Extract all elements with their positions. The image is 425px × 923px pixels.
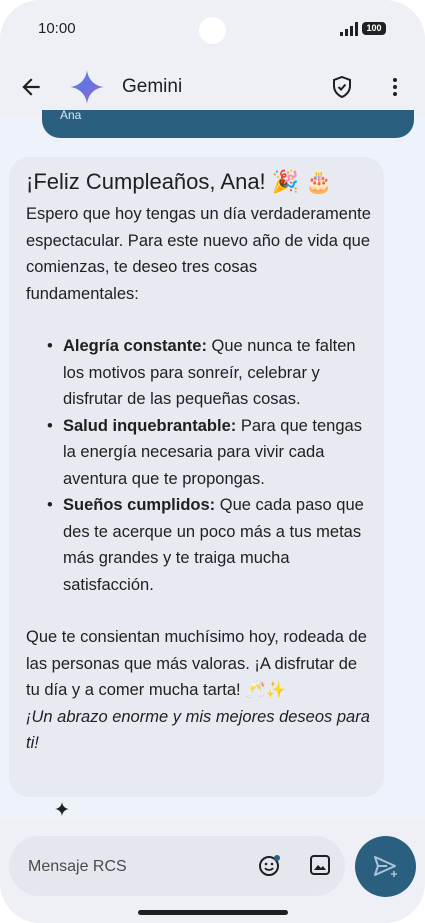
emoji-icon[interactable]	[257, 854, 281, 878]
sent-message-bubble[interactable]: Ana	[42, 108, 414, 138]
sparkle-icon	[55, 802, 69, 816]
received-message-bubble[interactable]: ¡Feliz Cumpleaños, Ana! 🎉 🎂 Espero que h…	[9, 157, 384, 797]
page-title: Gemini	[122, 76, 183, 97]
camera-cutout	[199, 17, 226, 44]
list-item: Alegría constante: Que nunca te falten l…	[47, 333, 374, 413]
phone-screen: 10:00 100 Gemini Ana ¡Feliz Cumpleaños, …	[0, 0, 425, 923]
signal-icon	[340, 22, 358, 36]
message-intro: Espero que hoy tengas un día verdaderame…	[26, 205, 371, 303]
battery-icon: 100	[362, 22, 386, 35]
status-bar: 10:00 100	[0, 0, 425, 58]
message-title: ¡Feliz Cumpleaños, Ana! 🎉 🎂	[26, 169, 333, 194]
gallery-icon[interactable]	[309, 854, 331, 876]
list-item: Sueños cumplidos: Que cada paso que des …	[47, 492, 374, 598]
compose-bar	[9, 836, 345, 896]
back-arrow-icon[interactable]	[18, 74, 44, 100]
status-time: 10:00	[38, 20, 76, 37]
send-icon	[374, 856, 397, 877]
shield-check-icon[interactable]	[330, 74, 354, 100]
gemini-logo-icon	[70, 70, 104, 104]
list-item: Salud inquebrantable: Para que tengas la…	[47, 413, 374, 493]
message-signoff: ¡Un abrazo enorme y mis mejores deseos p…	[26, 707, 370, 753]
home-indicator[interactable]	[138, 910, 288, 915]
send-button[interactable]	[355, 836, 416, 897]
message-closing: Que te consientan muchísimo hoy, rodeada…	[26, 628, 367, 699]
message-input[interactable]	[26, 854, 230, 880]
conversation[interactable]: Ana ¡Feliz Cumpleaños, Ana! 🎉 🎂 Espero q…	[0, 108, 425, 818]
more-vert-icon[interactable]	[383, 74, 407, 100]
wish-list: Alegría constante: Que nunca te falten l…	[26, 333, 374, 598]
sent-message-text: Ana	[60, 108, 82, 122]
